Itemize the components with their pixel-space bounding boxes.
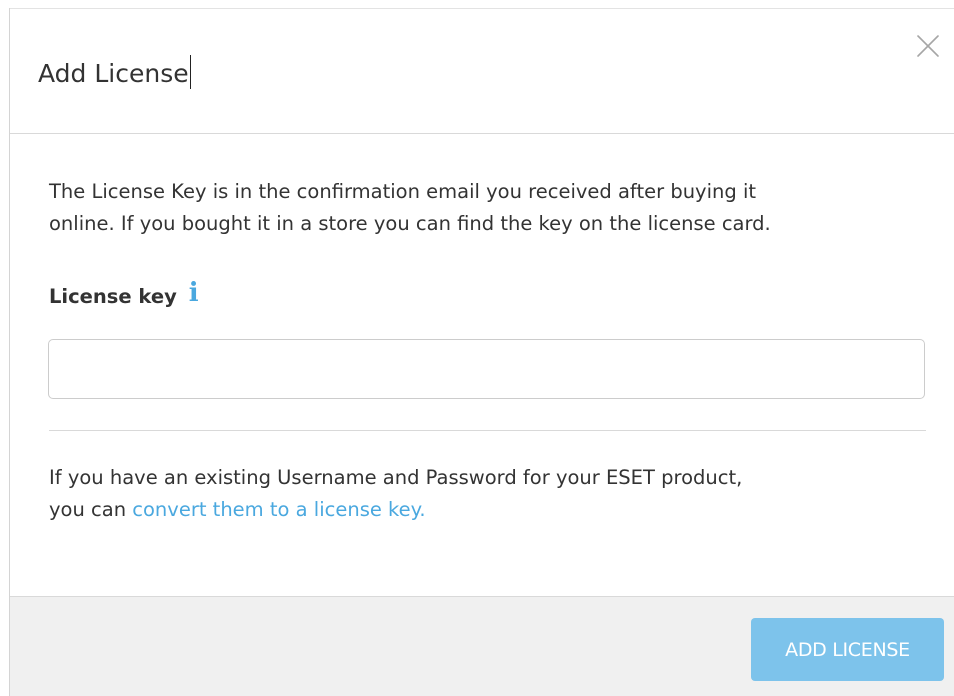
add-license-button[interactable]: ADD LICENSE bbox=[751, 618, 944, 681]
license-description-line-2: online. If you bought it in a store you … bbox=[49, 212, 771, 235]
close-icon bbox=[917, 35, 939, 57]
license-description-line-1: The License Key is in the confirmation e… bbox=[49, 180, 757, 203]
text-cursor bbox=[189, 55, 191, 89]
convert-license-link[interactable]: convert them to a license key. bbox=[132, 498, 425, 521]
license-description: The License Key is in the confirmation e… bbox=[49, 176, 929, 240]
convert-text-line-2: you can convert them to a license key. bbox=[49, 494, 929, 526]
dialog-title-text: Add License bbox=[38, 59, 189, 88]
dialog-title: Add License bbox=[38, 55, 191, 89]
convert-credentials-text: If you have an existing Username and Pas… bbox=[49, 462, 929, 526]
close-button[interactable] bbox=[914, 32, 942, 60]
convert-text-line-1: If you have an existing Username and Pas… bbox=[49, 466, 743, 489]
convert-text-prefix: you can bbox=[49, 498, 133, 521]
info-icon[interactable]: i bbox=[189, 280, 199, 306]
section-divider bbox=[49, 430, 926, 431]
add-license-dialog: Add License The License Key is in the co… bbox=[0, 0, 954, 696]
license-key-label-row: License key i bbox=[49, 280, 199, 312]
license-key-label: License key bbox=[49, 284, 177, 308]
license-key-input[interactable] bbox=[48, 339, 925, 399]
